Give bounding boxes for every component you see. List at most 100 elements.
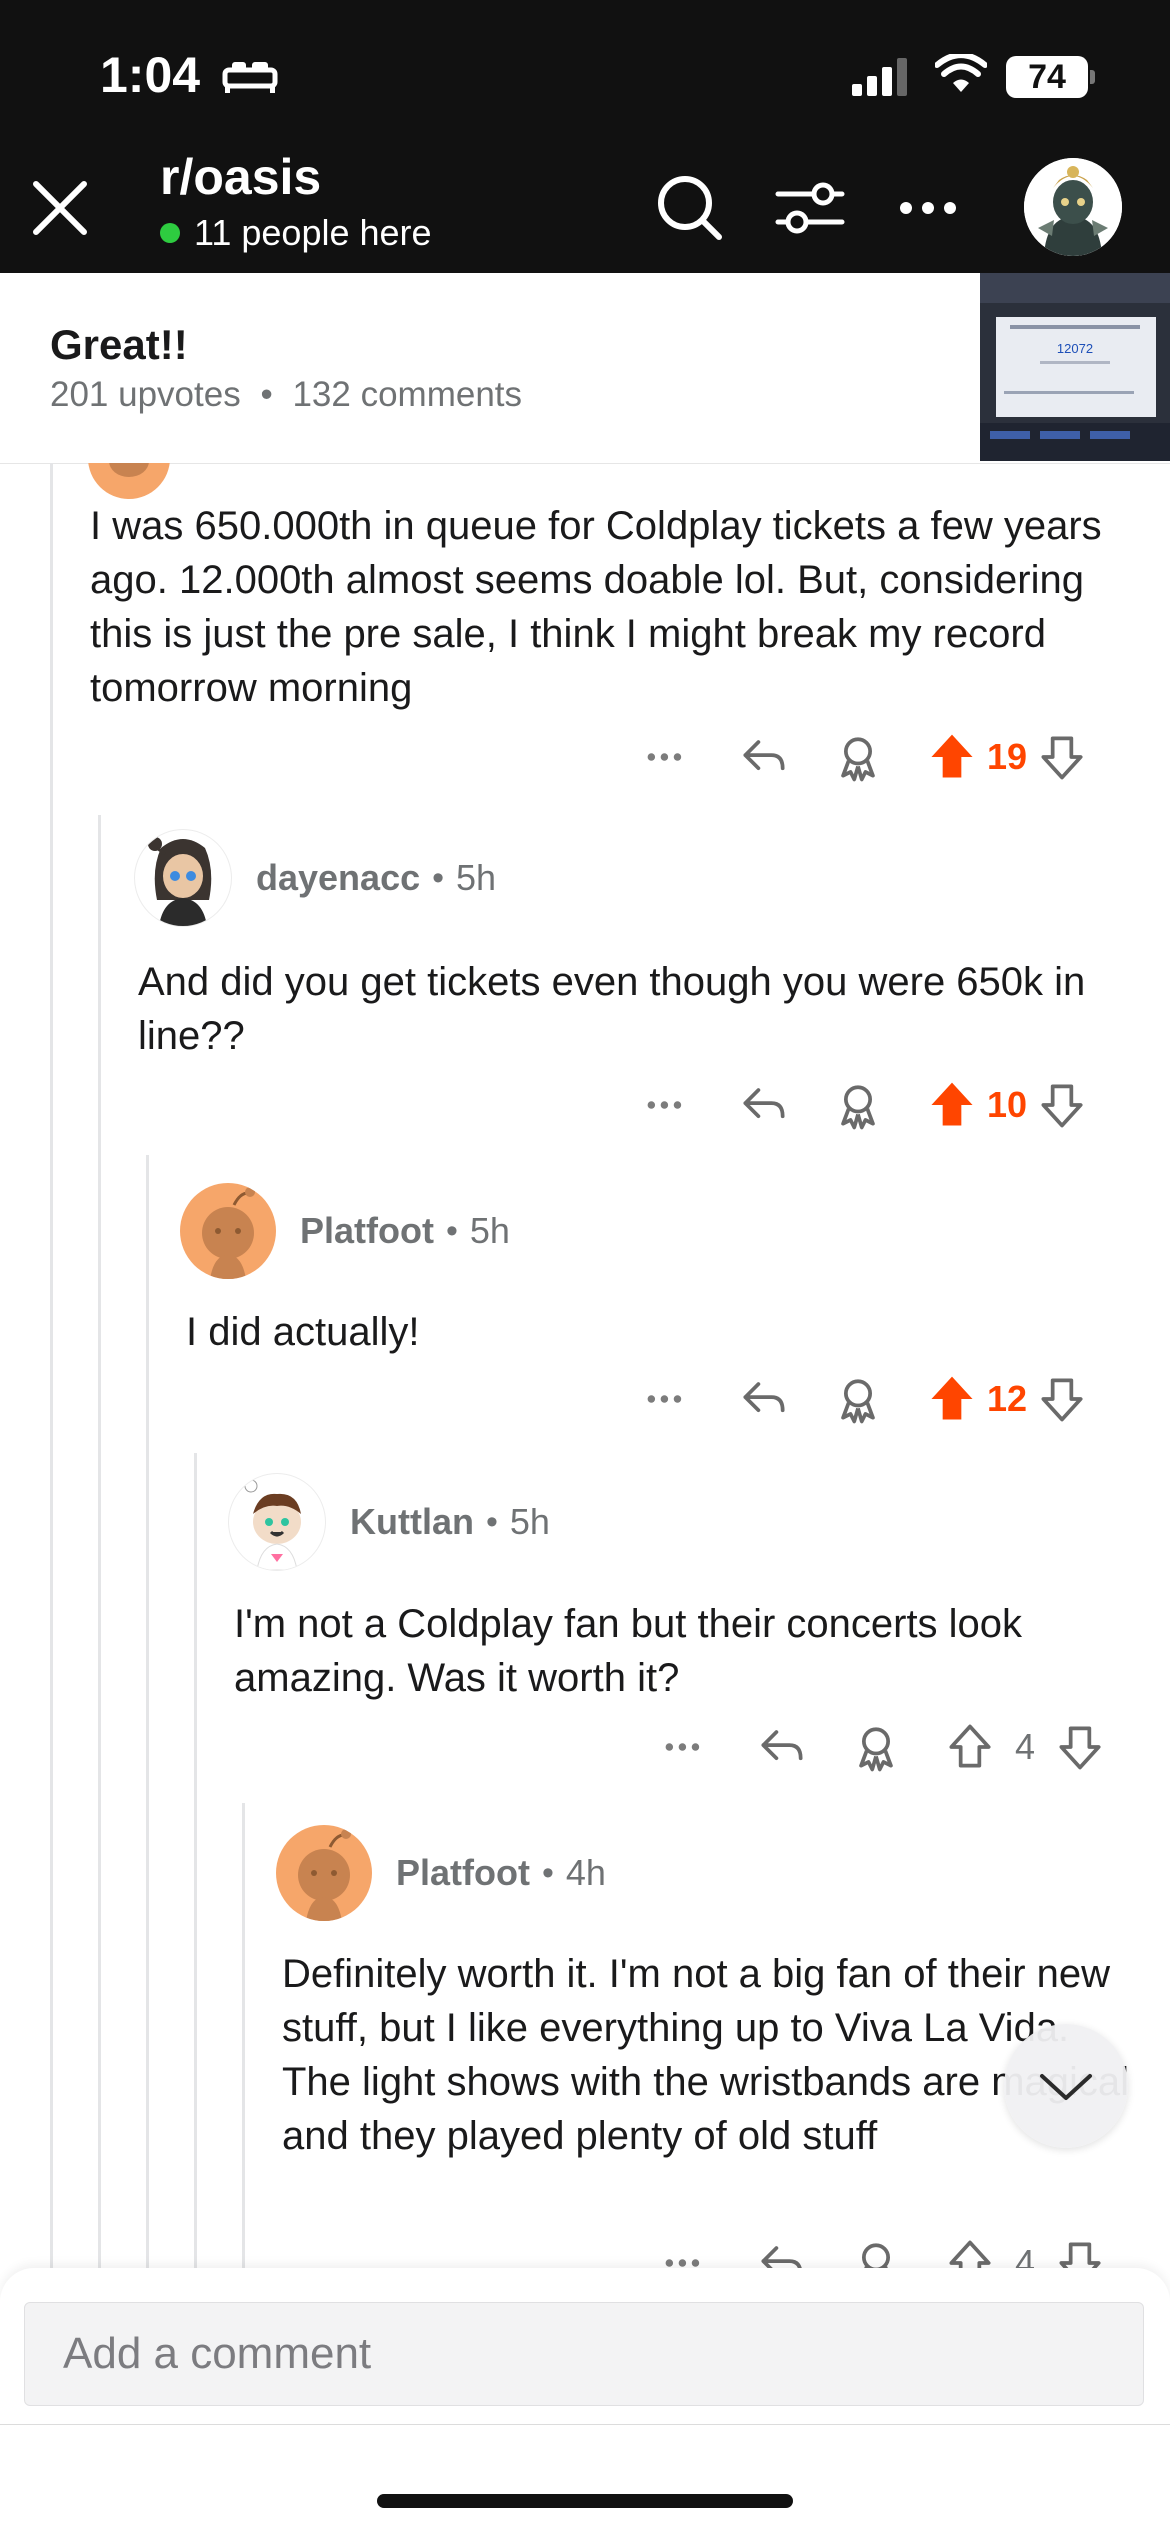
comment-count: 132 comments [292,375,523,414]
upvote-button[interactable] [922,1369,982,1429]
downvote-icon [1041,736,1083,780]
avatar-image [244,1479,301,1570]
subreddit-name[interactable]: r/oasis [160,148,321,206]
thread-rail-1[interactable] [50,463,53,2275]
award-icon [841,1085,875,1130]
award-button[interactable] [828,727,888,787]
downvote-button[interactable] [1032,727,1092,787]
award-icon [859,1727,893,1772]
comment-header: Platfoot • 4h [276,1825,606,1921]
search-button[interactable] [650,168,730,248]
comment-username[interactable]: Kuttlan [350,1501,474,1543]
comment-header: Kuttlan • 5h [228,1473,550,1571]
upvote-button[interactable] [940,1717,1000,1777]
user-avatar[interactable] [1024,158,1122,256]
avatar-image [1024,158,1122,256]
reply-button[interactable] [734,1075,794,1135]
downvote-icon [1041,1378,1083,1422]
more-options-button[interactable] [640,1369,700,1429]
meta-separator: • [260,375,273,414]
more-icon [900,202,956,214]
post-summary[interactable]: Great!! 201 upvotes • 132 comments 12072 [0,273,1170,464]
battery-level: 74 [1028,58,1066,96]
avatar-image [109,463,149,477]
top-bar: 1:04 74 r/oasis 11 people here [0,0,1170,273]
more-options-button[interactable] [640,727,700,787]
comment-username[interactable]: dayenacc [256,857,420,899]
upvote-icon [931,1082,973,1126]
award-button[interactable] [846,1717,906,1777]
avatar[interactable] [134,829,232,927]
more-options-button[interactable] [640,1075,700,1135]
online-text: 11 people here [194,212,432,253]
avatar[interactable] [88,463,170,499]
thread-rail-3[interactable] [146,1155,149,2275]
avatar-image [202,1187,255,1279]
downvote-button[interactable] [1032,1369,1092,1429]
comment-age: 5h [456,857,497,898]
online-indicator-icon [160,223,180,243]
more-icon [647,1101,682,1109]
add-comment-input[interactable] [24,2302,1144,2406]
upvote-count: 201 upvotes [50,375,241,414]
comment-username[interactable]: Platfoot [300,1210,434,1252]
comment-username[interactable]: Platfoot [396,1852,530,1894]
filter-button[interactable] [770,168,850,248]
downvote-icon [1041,1084,1083,1128]
more-options-button[interactable] [888,168,968,248]
comment-age: 5h [509,1501,550,1542]
post-thumbnail[interactable]: 12072 [980,273,1170,461]
post-meta: 201 upvotes • 132 comments [50,375,522,415]
meta-separator: • [432,858,445,897]
chevron-down-icon [1040,2074,1092,2100]
thread-rail-2[interactable] [98,815,101,2275]
more-icon [665,1743,700,1751]
comment-age: 4h [565,1852,606,1893]
sleep-focus-icon [222,62,278,93]
avatar[interactable] [228,1473,326,1571]
vote-count: 19 [986,736,1028,777]
reply-button[interactable] [752,1717,812,1777]
award-icon [841,1379,875,1424]
avatar[interactable] [180,1183,276,1279]
comment-actions: 12 [640,1369,1092,1429]
comment-body: I was 650.000th in queue for Coldplay ti… [90,504,1102,710]
thread-rail-5[interactable] [242,1803,245,2275]
comment-body: I'm not a Coldplay fan but their concert… [234,1602,1023,1700]
status-time: 1:04 [100,47,201,103]
thread-rail-4[interactable] [194,1453,197,2275]
more-icon [647,1395,682,1403]
reply-button[interactable] [734,727,794,787]
avatar[interactable] [276,1825,372,1921]
comment-header: Platfoot • 5h [180,1183,510,1279]
upvote-button[interactable] [922,727,982,787]
reply-icon [743,740,785,771]
queue-number: 12072 [1057,341,1093,356]
close-icon [33,181,87,235]
award-button[interactable] [828,1369,888,1429]
reply-icon [743,1088,785,1119]
more-options-button[interactable] [658,1717,718,1777]
comment-header: dayenacc • 5h [134,829,496,927]
award-icon [841,737,875,782]
home-indicator[interactable] [377,2494,793,2508]
upvote-button[interactable] [922,1075,982,1135]
downvote-button[interactable] [1032,1075,1092,1135]
reply-button[interactable] [734,1369,794,1429]
more-icon [647,753,682,761]
comment-thread: I was 650.000th in queue for Coldplay ti… [0,463,1170,2275]
vote-count: 10 [986,1084,1028,1125]
reply-icon [743,1382,785,1413]
downvote-button[interactable] [1050,1717,1110,1777]
meta-separator: • [485,1502,498,1541]
scroll-down-button[interactable] [1004,2024,1128,2148]
comment-actions: 19 [640,727,1092,787]
award-button[interactable] [828,1075,888,1135]
battery-tip [1090,70,1095,84]
comment-body: And did you get tickets even though you … [138,960,1086,1058]
comment-age: 5h [469,1210,510,1251]
vote-count: 12 [986,1378,1028,1419]
search-icon [658,176,722,240]
wifi-icon [935,54,987,92]
close-button[interactable] [24,172,96,244]
